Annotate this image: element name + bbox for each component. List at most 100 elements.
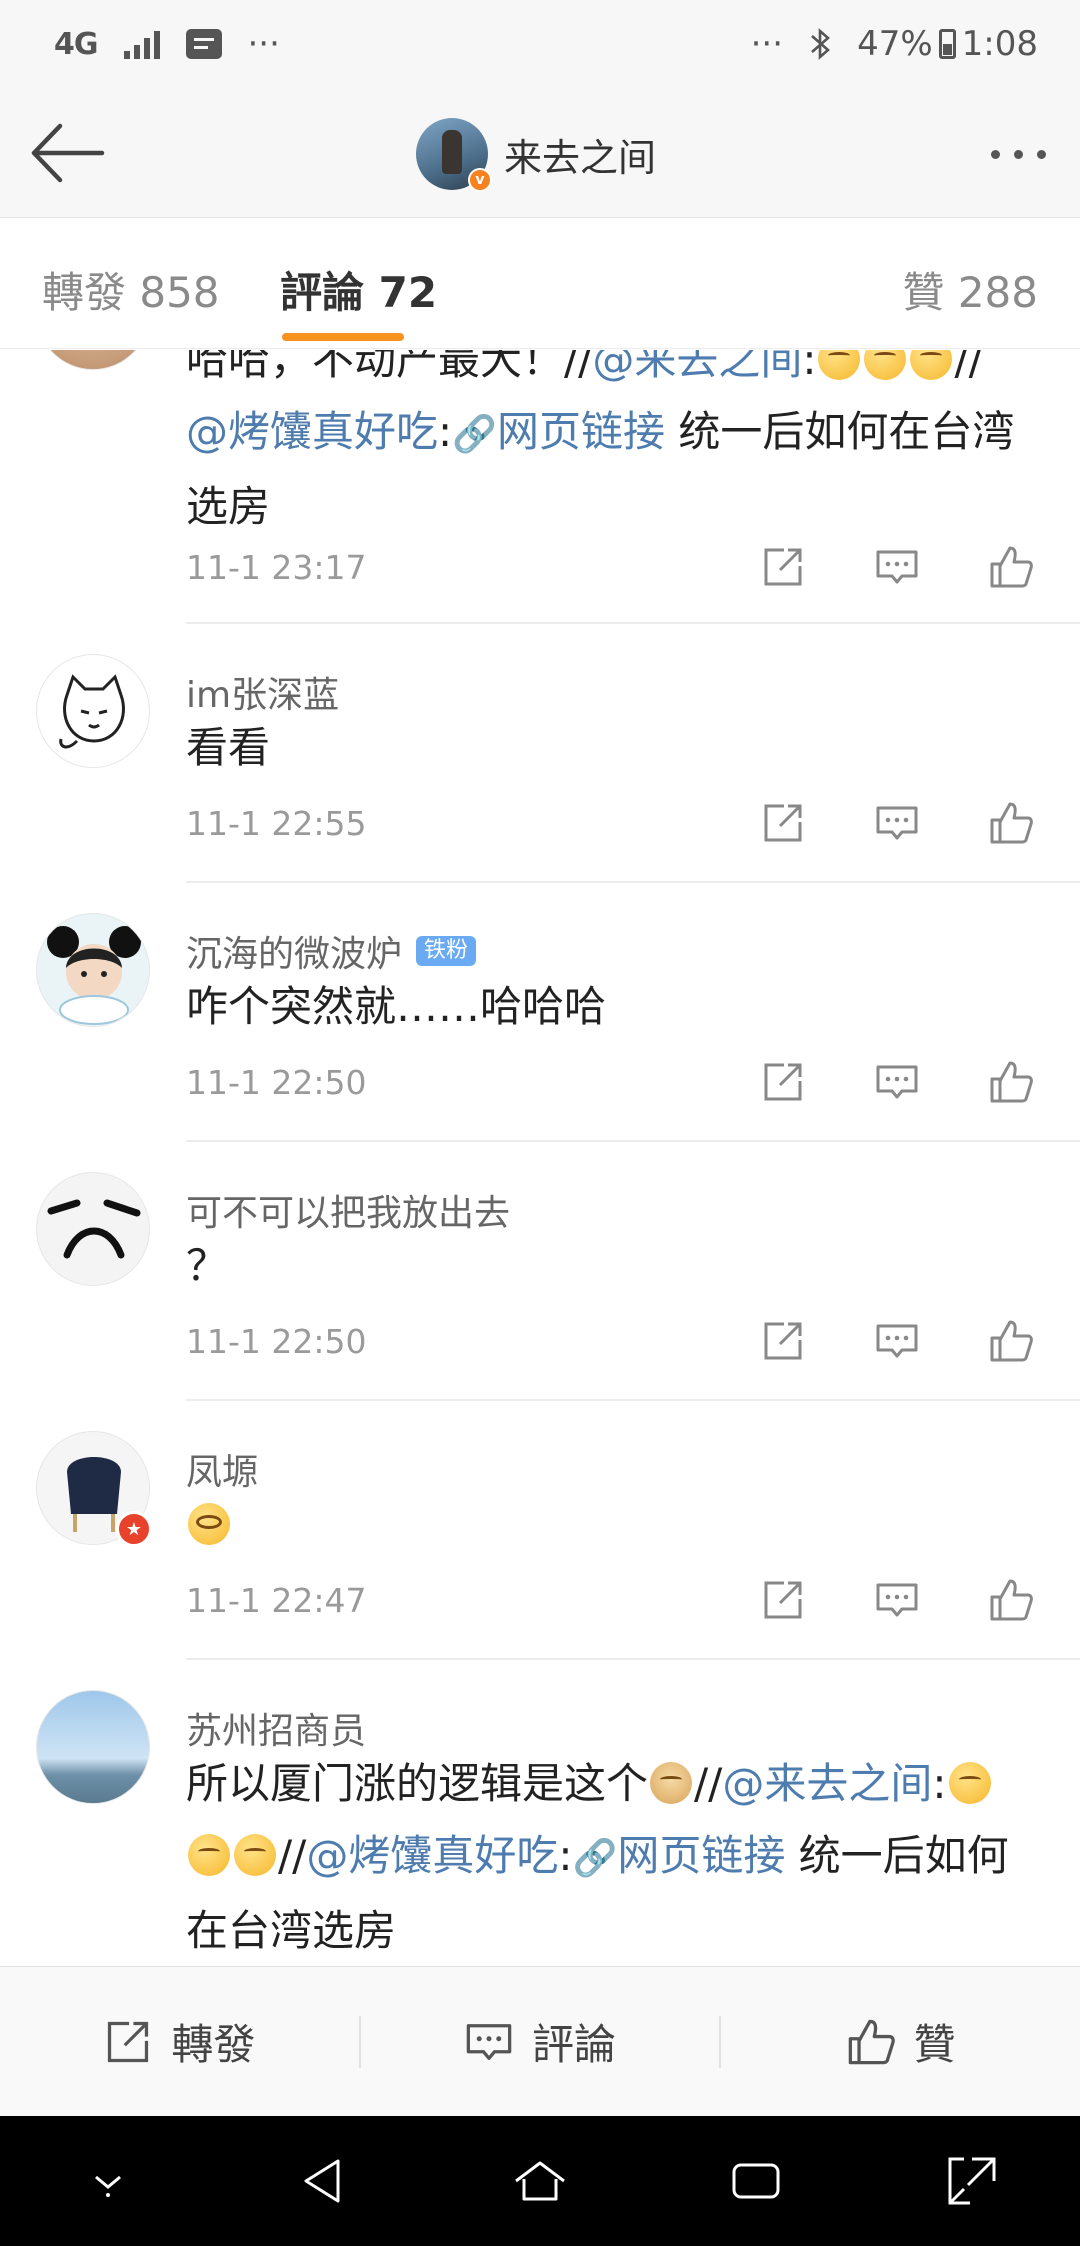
smile-emoji-icon [234, 1834, 276, 1876]
dizzy-emoji-icon [188, 1503, 230, 1545]
status-bar: 4G ··· ··· 47% 1:08 [0, 0, 1080, 88]
comment-text: 咋个突然就……哈哈哈 [186, 982, 607, 1031]
comment-actions [760, 800, 1034, 846]
comment-item: 哈哈，不动产最大！//@来去之间://@烤馕真好吃:🔗网页链接 统一后如何在台湾… [0, 350, 1080, 624]
network-type: 4G [54, 26, 98, 62]
recent-apps-icon[interactable] [726, 2151, 786, 2211]
web-link[interactable]: 🔗网页链接 [452, 407, 665, 456]
comment-actions [760, 1318, 1034, 1364]
clock: 1:08 [961, 24, 1038, 64]
comment-item: 苏州招商员 所以厦门涨的逻辑是这个//@来去之间://@烤馕真好吃:🔗网页链接 … [0, 1660, 1080, 1966]
avatar[interactable] [36, 654, 150, 768]
comment-item: im张深蓝 看看 11-1 22:55 [0, 624, 1080, 883]
home-icon[interactable] [510, 2151, 570, 2211]
comment-icon[interactable] [874, 1577, 920, 1623]
like-label: 贊 [913, 2020, 956, 2069]
tab-reposts[interactable]: 轉發 858 [42, 259, 220, 320]
comment-icon[interactable] [874, 1318, 920, 1364]
tab-likes[interactable]: 贊 288 [902, 259, 1038, 320]
notification-dots-right: ··· [750, 24, 784, 64]
thumbs-up-icon[interactable] [988, 1577, 1034, 1623]
bluetooth-icon [811, 28, 831, 60]
active-tab-indicator [282, 333, 404, 341]
comment-time: 11-1 22:50 [186, 1063, 367, 1102]
verified-badge: v [468, 168, 492, 192]
chevron-down-icon[interactable] [78, 2151, 138, 2211]
comment-actions [760, 1577, 1034, 1623]
username[interactable]: 凤塬 [186, 1443, 258, 1495]
comment-button[interactable]: 評論 [361, 2011, 720, 2072]
comment-text: 所以厦门涨的逻辑是这个//@来去之间://@烤馕真好吃:🔗网页链接 统一后如何在… [186, 1759, 1009, 1955]
repost-label: 轉發 [171, 2020, 256, 2069]
thumbs-up-icon[interactable] [988, 800, 1034, 846]
avatar[interactable]: ★ [36, 1431, 152, 1547]
thumbs-up-icon[interactable] [988, 1318, 1034, 1364]
avatar[interactable] [36, 350, 150, 370]
link-icon: 🔗 [452, 414, 497, 455]
link-icon: 🔗 [572, 1838, 618, 1879]
bottom-toolbar: 轉發 評論 贊 [0, 1966, 1080, 2116]
page-title: 来去之间 [504, 135, 657, 180]
system-navigation-bar [0, 2116, 1080, 2246]
message-icon [185, 29, 222, 59]
comment-time: 11-1 22:50 [186, 1322, 367, 1361]
arrow-left-icon [31, 123, 105, 183]
share-icon[interactable] [760, 1577, 806, 1623]
back-nav-icon[interactable] [294, 2151, 354, 2211]
smile-emoji-icon [818, 350, 861, 380]
share-icon[interactable] [760, 800, 806, 846]
comment-icon[interactable] [874, 544, 920, 590]
comment-text: ？ [186, 1241, 229, 1290]
comment-text [186, 1489, 1046, 1561]
signal-icon [123, 29, 160, 59]
smile-emoji-icon [948, 1762, 991, 1804]
fan-badge: 铁粉 [416, 936, 477, 966]
comment-item: ★ 凤塬 11-1 22:47 [0, 1401, 1080, 1660]
mention-link[interactable]: @来去之间 [722, 1759, 932, 1808]
thumbs-up-icon[interactable] [988, 544, 1034, 590]
avatar[interactable] [36, 1690, 150, 1804]
username[interactable]: im张深蓝 [186, 666, 339, 718]
comment-time: 11-1 23:17 [186, 548, 367, 587]
tab-bar: 轉發 858 評論 72 贊 288 [0, 219, 1080, 349]
mention-link[interactable]: @烤馕真好吃 [306, 1831, 558, 1880]
notification-dots: ··· [247, 24, 280, 64]
share-icon[interactable] [760, 544, 806, 590]
nav-profile[interactable]: v 来去之间 [416, 118, 657, 192]
username[interactable]: 苏州招商员 [186, 1702, 366, 1754]
comment-icon[interactable] [874, 1059, 920, 1105]
username[interactable]: 可不可以把我放出去 [186, 1184, 510, 1236]
more-button[interactable] [991, 134, 1046, 174]
repost-button[interactable]: 轉發 [0, 2011, 359, 2072]
mention-link[interactable]: @来去之间 [592, 350, 802, 384]
nav-avatar[interactable]: v [416, 118, 492, 192]
username[interactable]: 沉海的微波炉 铁粉 [186, 925, 477, 977]
avatar[interactable] [36, 913, 150, 1027]
comment-icon [466, 2023, 512, 2060]
comment-time: 11-1 22:47 [186, 1581, 367, 1620]
battery-icon [938, 29, 956, 59]
tab-comments[interactable]: 評論 72 [280, 259, 437, 320]
doge-emoji-icon [650, 1762, 693, 1804]
smile-emoji-icon [910, 350, 953, 380]
comment-text: 看看 [186, 723, 271, 772]
thumbs-up-icon[interactable] [988, 1059, 1034, 1105]
avatar[interactable] [36, 1172, 150, 1286]
comment-label: 評論 [532, 2020, 617, 2069]
comment-actions [760, 1059, 1034, 1105]
expand-icon[interactable] [942, 2151, 1002, 2211]
back-button[interactable] [26, 118, 106, 188]
share-icon[interactable] [760, 1059, 806, 1105]
comment-item: 沉海的微波炉 铁粉 咋个突然就……哈哈哈 11-1 22:50 [0, 883, 1080, 1142]
like-button[interactable]: 贊 [721, 2011, 1080, 2072]
more-dots-icon [991, 149, 1000, 159]
share-icon[interactable] [760, 1318, 806, 1364]
web-link[interactable]: 🔗网页链接 [572, 1831, 785, 1880]
comment-icon[interactable] [874, 800, 920, 846]
smile-emoji-icon [188, 1834, 230, 1876]
comment-item: 可不可以把我放出去 ？ 11-1 22:50 [0, 1142, 1080, 1401]
comment-time: 11-1 22:55 [186, 804, 367, 843]
vip-badge: ★ [116, 1511, 152, 1547]
mention-link[interactable]: @烤馕真好吃 [186, 407, 438, 456]
comment-actions [760, 544, 1034, 590]
